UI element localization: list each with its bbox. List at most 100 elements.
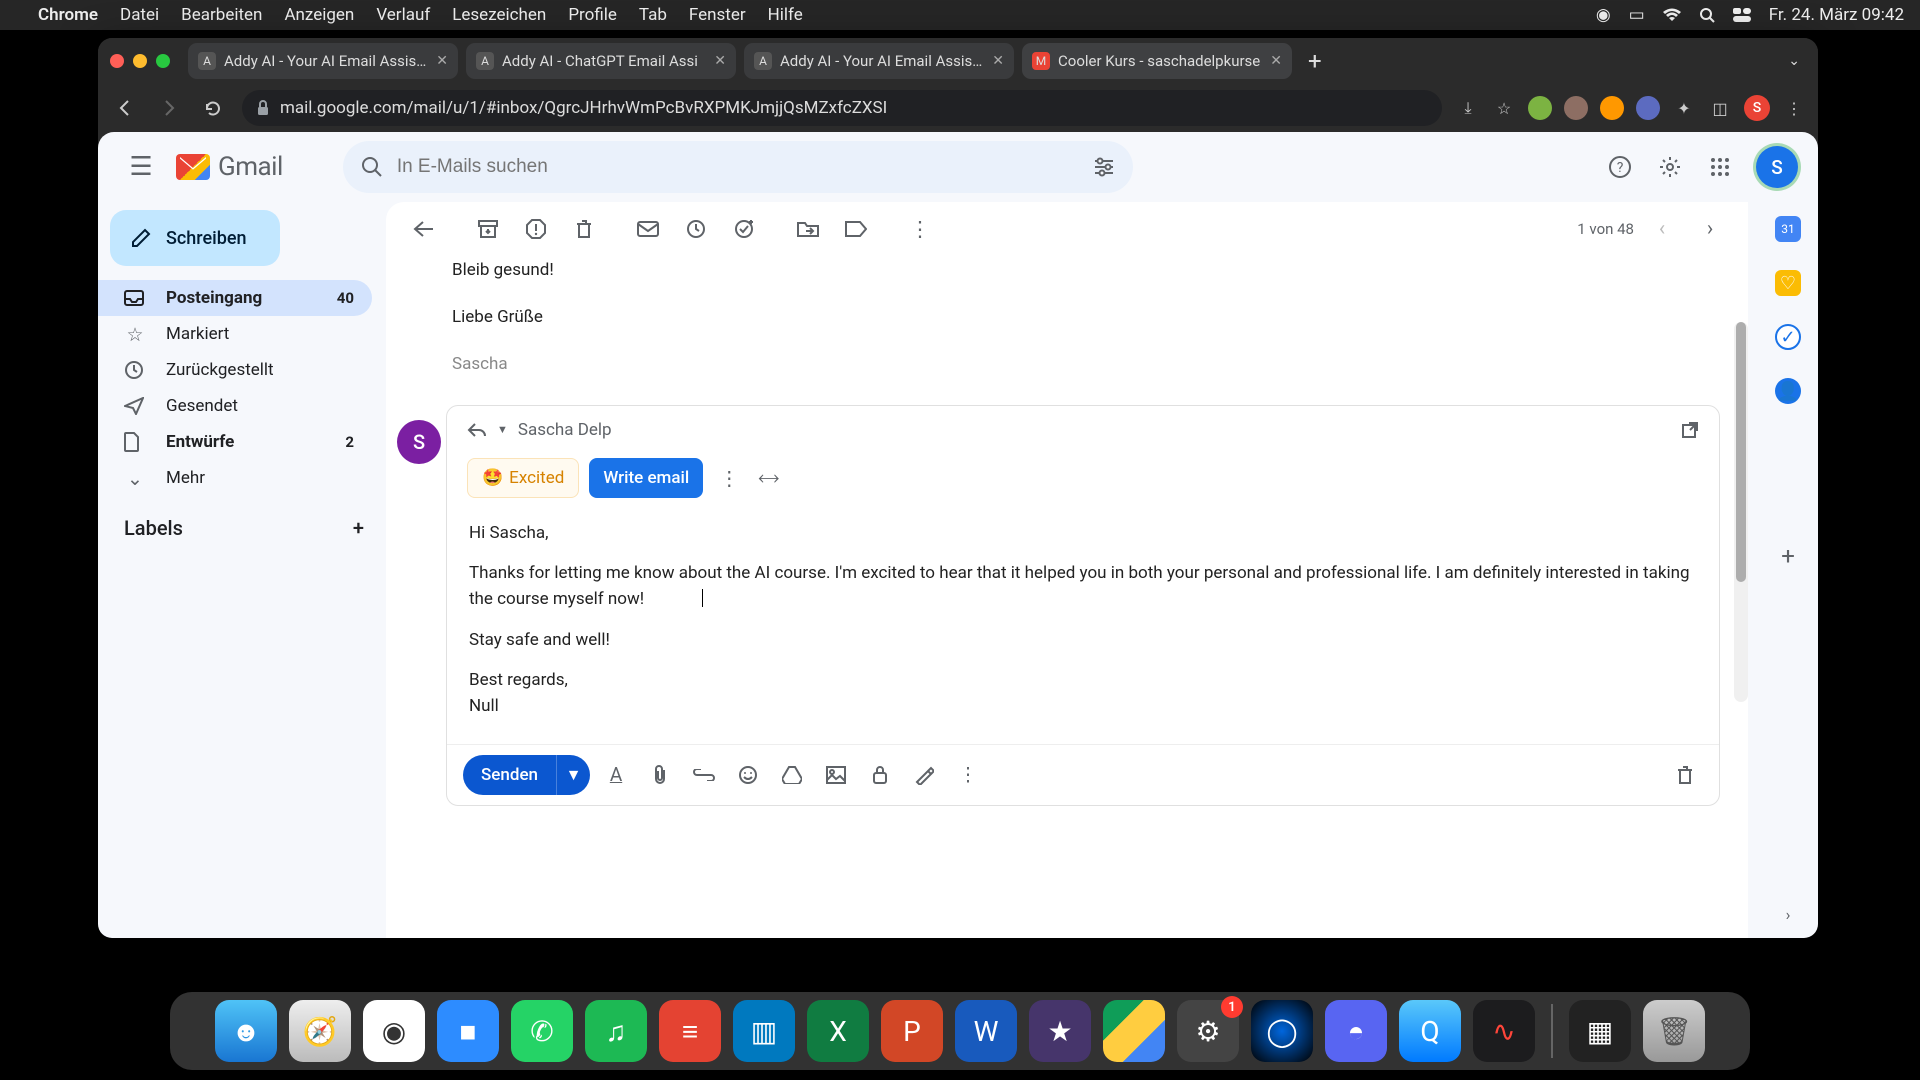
- hide-panel-icon[interactable]: ›: [1786, 905, 1791, 924]
- attach-icon[interactable]: [642, 757, 678, 793]
- tab-1[interactable]: A Addy AI - ChatGPT Email Assi ✕: [466, 43, 736, 79]
- ai-expand-icon[interactable]: ⤢: [751, 459, 788, 496]
- menu-anzeigen[interactable]: Anzeigen: [284, 5, 354, 25]
- label-icon[interactable]: [836, 209, 876, 249]
- install-pwa-icon[interactable]: ⤓: [1456, 96, 1480, 120]
- back-to-inbox-icon[interactable]: [404, 209, 444, 249]
- nav-sent[interactable]: Gesendet: [98, 388, 372, 424]
- discard-draft-icon[interactable]: [1667, 757, 1703, 793]
- chrome-menu-icon[interactable]: ⋮: [1782, 96, 1806, 120]
- delete-icon[interactable]: [564, 209, 604, 249]
- snooze-icon[interactable]: [676, 209, 716, 249]
- popout-icon[interactable]: [1681, 421, 1699, 439]
- tab-3-active[interactable]: M Cooler Kurs - saschadelpkurse ✕: [1022, 43, 1292, 79]
- dock-safari-icon[interactable]: 🧭: [289, 1000, 351, 1062]
- record-icon[interactable]: ◉: [1596, 5, 1611, 25]
- add-task-icon[interactable]: [724, 209, 764, 249]
- send-button[interactable]: Senden ▼: [463, 755, 590, 795]
- apps-grid-icon[interactable]: [1706, 153, 1734, 181]
- nav-snoozed[interactable]: Zurückgestellt: [98, 352, 372, 388]
- dock-todoist-icon[interactable]: ≡: [659, 1000, 721, 1062]
- nav-drafts[interactable]: Entwürfe 2: [98, 424, 372, 460]
- extensions-puzzle-icon[interactable]: ✦: [1672, 96, 1696, 120]
- link-icon[interactable]: [686, 757, 722, 793]
- close-tab-icon[interactable]: ✕: [992, 53, 1004, 69]
- scrollbar[interactable]: [1734, 322, 1748, 702]
- new-tab-button[interactable]: +: [1300, 47, 1330, 75]
- dock-finder-icon[interactable]: ☻: [215, 1000, 277, 1062]
- dock-trash-icon[interactable]: 🗑: [1643, 1000, 1705, 1062]
- dock-excel-icon[interactable]: X: [807, 1000, 869, 1062]
- tab-2[interactable]: A Addy AI - Your AI Email Assista ✕: [744, 43, 1014, 79]
- menu-hilfe[interactable]: Hilfe: [768, 5, 803, 25]
- nav-inbox[interactable]: Posteingang 40: [98, 280, 372, 316]
- dock-settings-icon[interactable]: ⚙1: [1177, 1000, 1239, 1062]
- dock-word-icon[interactable]: W: [955, 1000, 1017, 1062]
- tab-list-dropdown-icon[interactable]: ⌄: [1782, 53, 1806, 69]
- dock-imovie-icon[interactable]: ★: [1029, 1000, 1091, 1062]
- mail-scroll[interactable]: Bleib gesund! Liebe Grüße Sascha S ▼ Sas…: [386, 256, 1748, 938]
- menu-profile[interactable]: Profile: [568, 5, 617, 25]
- calendar-addon-icon[interactable]: 31: [1775, 216, 1801, 242]
- bookmark-star-icon[interactable]: ☆: [1492, 96, 1516, 120]
- reply-type-icon[interactable]: [467, 422, 487, 438]
- minimize-window-button[interactable]: [133, 54, 147, 68]
- main-menu-icon[interactable]: ☰: [118, 144, 164, 190]
- tab-0[interactable]: A Addy AI - Your AI Email Assista ✕: [188, 43, 458, 79]
- close-tab-icon[interactable]: ✕: [436, 53, 448, 69]
- search-options-icon[interactable]: [1093, 157, 1115, 177]
- dock-chrome-icon[interactable]: ◉: [363, 1000, 425, 1062]
- nav-more[interactable]: ⌄ Mehr: [98, 460, 372, 496]
- dock-trello-icon[interactable]: ▥: [733, 1000, 795, 1062]
- ai-more-icon[interactable]: ⋮: [713, 466, 745, 490]
- dock-quicktime-icon[interactable]: Q: [1399, 1000, 1461, 1062]
- more-actions-icon[interactable]: ⋮: [900, 209, 940, 249]
- close-tab-icon[interactable]: ✕: [714, 53, 726, 69]
- clock[interactable]: Fr. 24. März 09:42: [1769, 5, 1904, 25]
- menu-bearbeiten[interactable]: Bearbeiten: [181, 5, 262, 25]
- sidepanel-icon[interactable]: ◫: [1708, 96, 1732, 120]
- write-email-button[interactable]: Write email: [589, 458, 703, 498]
- prev-page-icon[interactable]: ‹: [1642, 209, 1682, 249]
- next-page-icon[interactable]: ›: [1690, 209, 1730, 249]
- signature-icon[interactable]: [906, 757, 942, 793]
- gmail-logo[interactable]: Gmail: [176, 152, 283, 182]
- dock-discord-icon[interactable]: ◓: [1325, 1000, 1387, 1062]
- sender-avatar[interactable]: S: [397, 420, 441, 464]
- recipient-name[interactable]: Sascha Delp: [518, 420, 612, 440]
- archive-icon[interactable]: [468, 209, 508, 249]
- dock-missioncontrol-icon[interactable]: ▦: [1569, 1000, 1631, 1062]
- mark-unread-icon[interactable]: [628, 209, 668, 249]
- emoji-icon[interactable]: [730, 757, 766, 793]
- wifi-icon[interactable]: [1663, 8, 1681, 22]
- extension-4-icon[interactable]: [1636, 96, 1660, 120]
- confidential-icon[interactable]: [862, 757, 898, 793]
- formatting-icon[interactable]: A: [598, 757, 634, 793]
- contacts-addon-icon[interactable]: 👤: [1775, 378, 1801, 404]
- close-window-button[interactable]: [110, 54, 124, 68]
- battery-icon[interactable]: ▭: [1629, 5, 1645, 25]
- nav-starred[interactable]: ☆ Markiert: [98, 316, 372, 352]
- dock-voicememos-icon[interactable]: ∿: [1473, 1000, 1535, 1062]
- menu-datei[interactable]: Datei: [120, 5, 159, 25]
- extension-2-icon[interactable]: [1564, 96, 1588, 120]
- close-tab-icon[interactable]: ✕: [1270, 53, 1282, 69]
- extension-3-icon[interactable]: [1600, 96, 1624, 120]
- menu-tab[interactable]: Tab: [639, 5, 667, 25]
- scrollbar-thumb[interactable]: [1736, 322, 1746, 582]
- menu-lesezeichen[interactable]: Lesezeichen: [452, 5, 546, 25]
- spotlight-icon[interactable]: [1699, 7, 1715, 23]
- reload-button[interactable]: [198, 93, 228, 123]
- settings-gear-icon[interactable]: [1656, 153, 1684, 181]
- add-label-icon[interactable]: +: [353, 516, 364, 540]
- app-menu[interactable]: Chrome: [38, 5, 98, 25]
- spam-icon[interactable]: [516, 209, 556, 249]
- support-icon[interactable]: ?: [1606, 153, 1634, 181]
- search-input[interactable]: [397, 156, 1079, 178]
- menu-verlauf[interactable]: Verlauf: [376, 5, 430, 25]
- dock-whatsapp-icon[interactable]: ✆: [511, 1000, 573, 1062]
- tone-chip-excited[interactable]: 🤩 Excited: [467, 458, 579, 498]
- menu-fenster[interactable]: Fenster: [689, 5, 746, 25]
- omnibox[interactable]: mail.google.com/mail/u/1/#inbox/QgrcJHrh…: [242, 90, 1442, 126]
- search-box[interactable]: [343, 141, 1133, 193]
